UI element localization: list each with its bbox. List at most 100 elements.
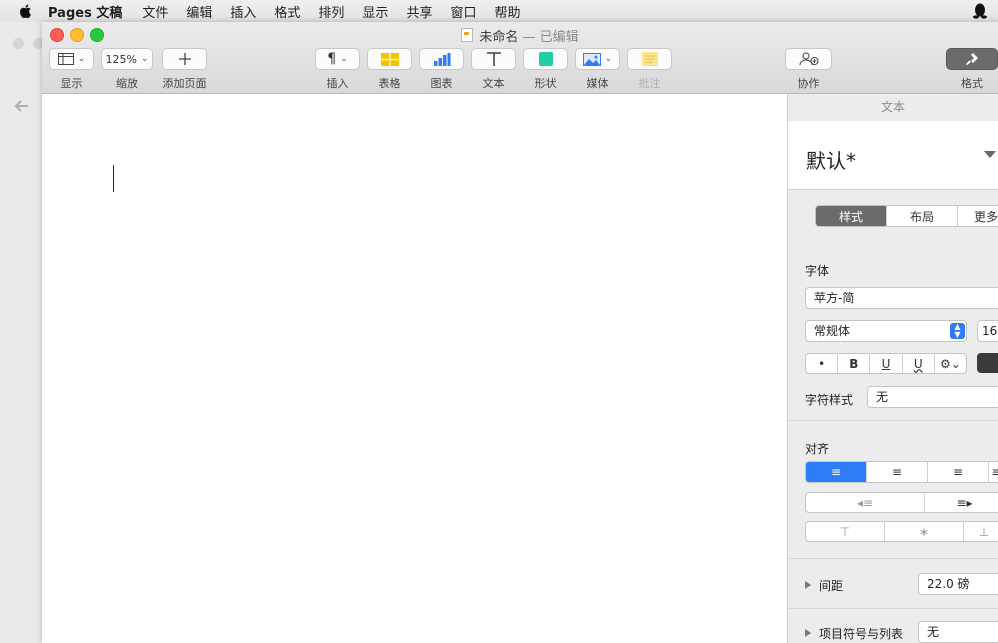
background-window: [0, 22, 44, 643]
text-color-well[interactable]: [977, 353, 998, 373]
tab-style[interactable]: 样式: [816, 206, 887, 226]
paragraph-style-selector[interactable]: 默认*: [788, 121, 998, 190]
add-person-icon: [799, 52, 818, 66]
document-icon: [461, 28, 474, 42]
insert-button[interactable]: ¶ ⌄: [315, 48, 360, 70]
comment-label: 批注: [638, 77, 661, 90]
bullets-select[interactable]: 无: [918, 621, 998, 643]
menu-share[interactable]: 共享: [406, 2, 432, 21]
photo-icon: [582, 52, 601, 66]
section-divider: [788, 558, 998, 559]
insert-label: 插入: [326, 77, 349, 90]
menu-bar: Pages 文稿 文件 编辑 插入 格式 排列 显示 共享 窗口 帮助: [0, 0, 998, 23]
menu-insert[interactable]: 插入: [230, 2, 256, 21]
format-inspector: 文本 默认* 样式 布局 更多 字体 苹方-简 常规体 ▲ ▼ 16 • B U …: [787, 94, 998, 643]
strikethrough-underline-icon[interactable]: U: [903, 354, 935, 373]
zoom-label: 缩放: [116, 77, 138, 90]
font-emphasis-buttons: • B U U ⚙⌄: [805, 353, 967, 374]
view-button[interactable]: ⌄: [49, 48, 94, 70]
tab-layout[interactable]: 布局: [887, 206, 958, 226]
back-arrow-icon[interactable]: [12, 96, 32, 116]
align-justify-icon[interactable]: ≡: [989, 462, 998, 482]
menu-format[interactable]: 格式: [274, 2, 300, 21]
chevron-down-icon: ⌄: [340, 54, 348, 64]
disclosure-triangle-icon[interactable]: [805, 629, 811, 637]
text-box-button[interactable]: [471, 48, 516, 70]
font-section-title: 字体: [805, 264, 830, 278]
section-divider: [788, 420, 998, 421]
font-family-select[interactable]: 苹方-简: [805, 287, 998, 309]
table-button[interactable]: [367, 48, 412, 70]
menu-view[interactable]: 显示: [362, 2, 388, 21]
zoom-menu[interactable]: 125% ⌄: [101, 48, 153, 70]
gear-icon[interactable]: ⚙⌄: [935, 354, 966, 373]
text-label: 文本: [482, 77, 505, 90]
alignment-buttons: ≡ ≡ ≡ ≡: [805, 461, 998, 483]
shape-label: 形状: [534, 77, 557, 90]
document-canvas[interactable]: [42, 94, 787, 643]
collaborate-button[interactable]: [785, 48, 832, 70]
inspector-header: 文本: [788, 94, 998, 122]
menu-app-name[interactable]: Pages 文稿: [48, 2, 122, 21]
format-label: 格式: [961, 77, 983, 90]
window-title: 未命名 — 已编辑: [42, 26, 998, 45]
char-style-select[interactable]: 无: [867, 386, 998, 408]
comment-button[interactable]: [627, 48, 672, 70]
bullet-dot-icon[interactable]: •: [806, 354, 839, 373]
bold-icon[interactable]: B: [838, 354, 871, 373]
inspector-tabs: 样式 布局 更多: [815, 205, 998, 227]
menu-arrange[interactable]: 排列: [318, 2, 344, 21]
chart-button[interactable]: [419, 48, 464, 70]
align-middle-icon[interactable]: ∗: [885, 522, 964, 541]
apple-icon[interactable]: [18, 3, 34, 19]
title-toolbar: 未命名 — 已编辑 ⌄ 显示 125% ⌄ 缩放 添加页面 ¶ ⌄ 插入 表格 …: [42, 22, 998, 94]
align-center-icon[interactable]: ≡: [867, 462, 928, 482]
increase-indent-icon[interactable]: ≡▸: [925, 493, 998, 512]
align-section-title: 对齐: [805, 442, 830, 456]
font-style-select[interactable]: 常规体 ▲ ▼: [805, 320, 967, 342]
text-box-icon: [486, 52, 501, 66]
align-left-icon[interactable]: ≡: [806, 462, 867, 482]
tab-more[interactable]: 更多: [958, 206, 998, 226]
chevron-down-icon: ⌄: [140, 54, 149, 64]
text-cursor: [113, 165, 114, 192]
bullets-lists-label[interactable]: 项目符号与列表: [819, 625, 903, 642]
zoom-value: 125%: [105, 52, 137, 66]
qq-penguin-icon[interactable]: [972, 2, 988, 20]
chart-label: 图表: [430, 77, 453, 90]
chevron-down-icon: ⌄: [604, 54, 613, 64]
edited-status: — 已编辑: [522, 30, 579, 45]
underline-icon[interactable]: U: [870, 354, 903, 373]
pages-window: 未命名 — 已编辑 ⌄ 显示 125% ⌄ 缩放 添加页面 ¶ ⌄ 插入 表格 …: [42, 22, 998, 643]
shape-button[interactable]: [523, 48, 568, 70]
add-page-label: 添加页面: [162, 77, 207, 90]
paintbrush-icon: [966, 53, 978, 65]
media-label: 媒体: [586, 77, 609, 90]
font-size-field[interactable]: 16: [977, 320, 998, 342]
square-shape-icon: [538, 52, 553, 66]
sidebar-layout-icon: [57, 53, 74, 65]
menu-edit[interactable]: 编辑: [186, 2, 212, 21]
view-label: 显示: [60, 77, 83, 90]
inactive-window-button[interactable]: [13, 38, 24, 49]
document-name: 未命名: [479, 30, 519, 45]
menu-window[interactable]: 窗口: [450, 2, 476, 21]
media-button[interactable]: ⌄: [575, 48, 620, 70]
menu-file[interactable]: 文件: [142, 2, 168, 21]
section-divider: [788, 608, 998, 609]
add-page-button[interactable]: [162, 48, 207, 70]
paragraph-style-name: 默认*: [806, 149, 856, 173]
updown-chevron-icon: ▲ ▼: [950, 323, 965, 339]
decrease-indent-icon[interactable]: ◂≡: [806, 493, 925, 512]
spacing-label[interactable]: 间距: [819, 577, 843, 594]
align-right-icon[interactable]: ≡: [928, 462, 989, 482]
align-top-icon[interactable]: ⊤: [806, 522, 885, 541]
dropdown-triangle-icon[interactable]: [984, 151, 996, 158]
spacing-field[interactable]: 22.0 磅: [918, 573, 998, 595]
menu-help[interactable]: 帮助: [494, 2, 520, 21]
align-bottom-icon[interactable]: ⊥: [964, 522, 998, 541]
collaborate-label: 协作: [797, 77, 820, 90]
disclosure-triangle-icon[interactable]: [805, 581, 811, 589]
bar-chart-icon: [433, 52, 450, 66]
format-button[interactable]: [946, 48, 998, 70]
